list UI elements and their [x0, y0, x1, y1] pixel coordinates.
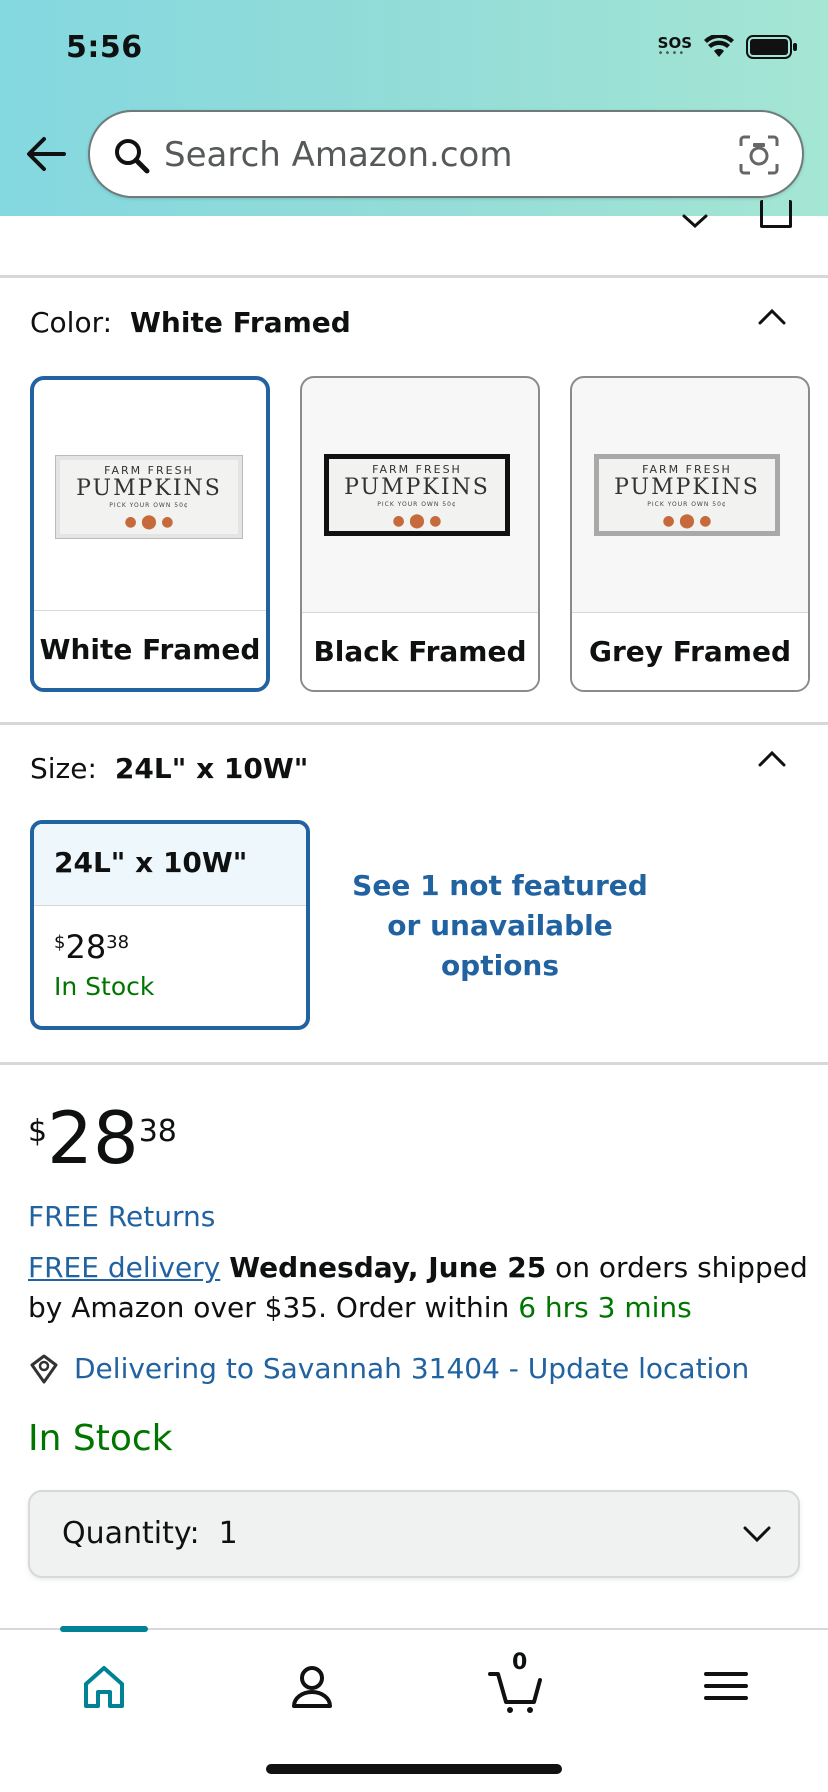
location-pin-icon: [30, 1354, 58, 1383]
camera-search-icon[interactable]: [738, 134, 780, 176]
pumpkin-icon: ● ⬤ ●: [662, 513, 712, 529]
sos-indicator: SOS ••••: [657, 34, 692, 59]
size-option-stock: In Stock: [54, 972, 155, 1001]
product-price: $2838: [28, 1096, 177, 1180]
swatch-label: White Framed: [34, 610, 266, 688]
free-returns-link[interactable]: FREE Returns: [28, 1200, 215, 1233]
chevron-down-icon: [743, 1526, 771, 1543]
stock-status: In Stock: [28, 1418, 173, 1459]
pumpkin-icon: ● ⬤ ●: [392, 513, 442, 529]
chevron-down-icon[interactable]: [680, 200, 710, 230]
product-thumbnail: FARM FRESH PUMPKINS PICK YOUR OWN 50¢ ● …: [34, 380, 266, 618]
see-unavailable-options-link[interactable]: See 1 not featured or unavailable option…: [350, 866, 650, 986]
back-arrow-icon[interactable]: [24, 134, 68, 174]
quantity-label: Quantity:: [62, 1516, 200, 1551]
header: 5:56 SOS ••••: [0, 0, 828, 216]
share-icon[interactable]: [760, 200, 792, 228]
size-option-card[interactable]: 24L" x 10W" $2838 In Stock: [30, 820, 310, 1030]
search-icon: [115, 139, 150, 174]
divider: [0, 722, 828, 725]
active-tab-indicator: [60, 1626, 148, 1632]
delivery-location-link[interactable]: Delivering to Savannah 31404 - Update lo…: [28, 1352, 749, 1385]
divider: [0, 1062, 828, 1065]
swatch-label: Black Framed: [302, 612, 538, 690]
pumpkin-icon: ● ⬤ ●: [124, 514, 174, 530]
quantity-dropdown[interactable]: Quantity: 1: [28, 1490, 800, 1578]
delivery-info: FREE delivery Wednesday, June 25 on orde…: [28, 1251, 808, 1324]
color-swatch-grey-framed[interactable]: FARM FRESH PUMPKINS PICK YOUR OWN 50¢ ● …: [570, 376, 810, 692]
free-delivery-link[interactable]: FREE delivery: [28, 1251, 220, 1284]
quantity-value: 1: [218, 1516, 238, 1551]
cart-count: 0: [512, 1650, 528, 1675]
chevron-up-icon[interactable]: [756, 748, 788, 768]
color-swatch-black-framed[interactable]: FARM FRESH PUMPKINS PICK YOUR OWN 50¢ ● …: [300, 376, 540, 692]
size-label: Size: 24L" x 10W": [30, 752, 309, 785]
status-icons: SOS ••••: [658, 34, 798, 60]
wifi-icon: [704, 35, 734, 57]
home-icon[interactable]: [74, 1656, 134, 1716]
delivery-date: Wednesday, June 25: [229, 1251, 547, 1284]
menu-icon[interactable]: [696, 1656, 756, 1716]
color-swatch-white-framed[interactable]: FARM FRESH PUMPKINS PICK YOUR OWN 50¢ ● …: [30, 376, 270, 692]
account-icon[interactable]: [282, 1656, 342, 1716]
size-selected-value: 24L" x 10W": [114, 752, 309, 785]
cart-button[interactable]: 0: [486, 1650, 546, 1716]
search-input[interactable]: [164, 130, 704, 180]
home-indicator: [266, 1764, 562, 1774]
battery-icon: [746, 35, 797, 59]
status-time: 5:56: [66, 30, 143, 65]
search-bar[interactable]: [88, 110, 804, 198]
product-thumbnail: FARM FRESH PUMPKINS PICK YOUR OWN 50¢ ● …: [302, 378, 538, 616]
delivery-countdown: 6 hrs 3 mins: [518, 1291, 692, 1324]
color-selected-value: White Framed: [130, 306, 351, 339]
swatch-label: Grey Framed: [572, 612, 808, 690]
color-label: Color: White Framed: [30, 306, 351, 339]
size-option-label: 24L" x 10W": [34, 824, 306, 906]
size-option-price: $2838: [54, 928, 130, 966]
chevron-up-icon[interactable]: [756, 306, 788, 326]
product-thumbnail: FARM FRESH PUMPKINS PICK YOUR OWN 50¢ ● …: [572, 378, 808, 616]
